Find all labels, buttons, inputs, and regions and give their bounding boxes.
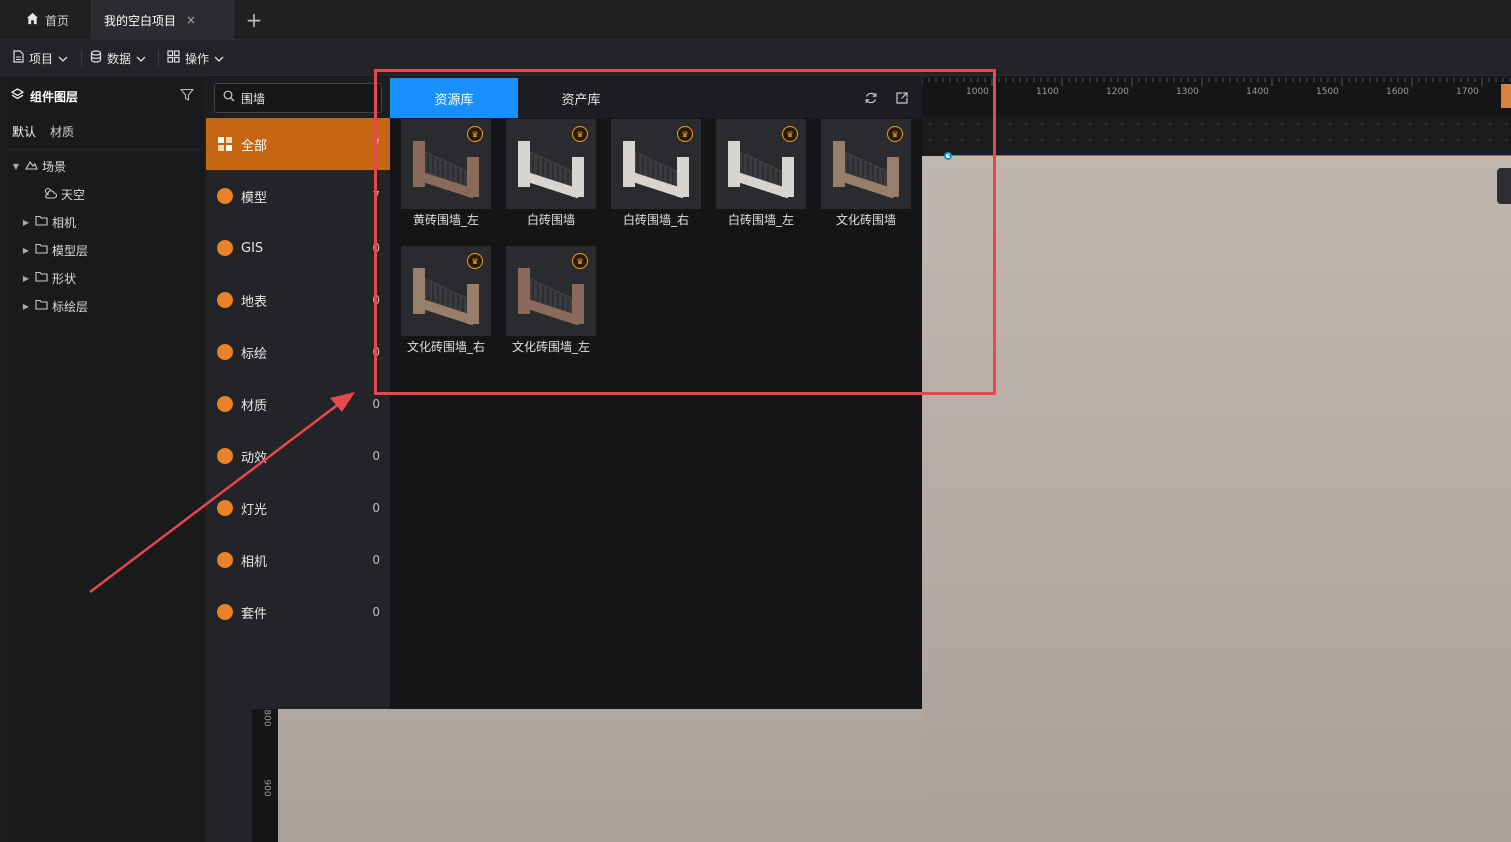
annotation-arrow xyxy=(89,392,355,593)
